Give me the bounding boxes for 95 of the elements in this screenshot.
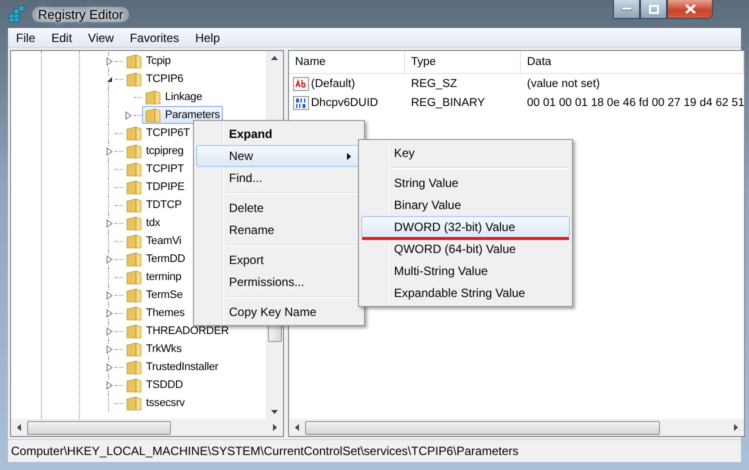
minimize-button[interactable] bbox=[613, 0, 640, 19]
tree-item[interactable]: TDTCP bbox=[123, 196, 185, 214]
collapse-arrow-icon[interactable] bbox=[106, 76, 112, 82]
string-value-icon bbox=[293, 76, 309, 92]
folder-icon bbox=[126, 234, 142, 248]
scroll-up-icon[interactable] bbox=[271, 56, 278, 60]
close-icon bbox=[684, 4, 696, 14]
folder-icon bbox=[126, 396, 142, 410]
folder-icon bbox=[126, 198, 142, 212]
horizontal-scrollbar[interactable] bbox=[11, 419, 283, 436]
column-header[interactable]: Name bbox=[289, 51, 405, 73]
folder-icon bbox=[126, 216, 142, 230]
folder-icon bbox=[126, 378, 142, 392]
tree-item[interactable]: TermSe bbox=[123, 286, 186, 304]
folder-icon bbox=[126, 144, 142, 158]
tree-item[interactable]: tcpipreg bbox=[123, 142, 187, 160]
tree-item[interactable]: Linkage bbox=[142, 88, 206, 106]
tree-item[interactable]: THREADORDER bbox=[123, 322, 232, 340]
maximize-icon bbox=[648, 4, 658, 14]
menu-item[interactable]: View bbox=[80, 30, 122, 44]
tree-item[interactable]: terminp bbox=[123, 268, 184, 286]
column-header[interactable]: Type bbox=[405, 51, 521, 73]
folder-icon bbox=[126, 342, 142, 356]
folder-icon bbox=[126, 54, 142, 68]
maximize-button[interactable] bbox=[640, 0, 667, 19]
key-path: Computer\HKEY_LOCAL_MACHINE\SYSTEM\CurrentControlSet\services\TCPIP6\Parameters bbox=[11, 444, 518, 458]
expand-arrow-icon[interactable] bbox=[106, 146, 112, 156]
expand-arrow-icon[interactable] bbox=[106, 56, 112, 66]
folder-icon bbox=[145, 90, 161, 104]
submenu-item[interactable]: String Value bbox=[361, 172, 570, 194]
submenu-item[interactable]: Expandable String Value bbox=[361, 282, 570, 304]
value-name: Dhcpv6DUID bbox=[311, 96, 378, 108]
folder-icon bbox=[145, 108, 161, 122]
tree-item[interactable]: tssecsrv bbox=[123, 394, 188, 412]
scroll-right-icon[interactable] bbox=[734, 424, 738, 431]
submenu-item[interactable]: QWORD (64-bit) Value bbox=[361, 238, 570, 260]
folder-icon bbox=[126, 360, 142, 374]
binary-value-icon bbox=[293, 94, 309, 110]
menu-item[interactable]: Favorites bbox=[122, 30, 188, 44]
tree-item[interactable]: TCPIP6 bbox=[123, 70, 186, 88]
submenu-item[interactable]: DWORD (32-bit) Value bbox=[361, 216, 570, 238]
menu-item[interactable]: Help bbox=[187, 30, 228, 44]
expand-arrow-icon[interactable] bbox=[106, 218, 112, 228]
folder-icon bbox=[126, 162, 142, 176]
folder-icon bbox=[126, 72, 142, 86]
scroll-left-icon[interactable] bbox=[17, 424, 21, 431]
value-type: REG_BINARY bbox=[410, 96, 486, 108]
context-menu-item[interactable]: Find... bbox=[196, 167, 362, 189]
folder-icon bbox=[126, 324, 142, 338]
scroll-right-icon[interactable] bbox=[273, 424, 277, 431]
folder-icon bbox=[126, 126, 142, 140]
tree-item[interactable]: TrustedInstaller bbox=[123, 358, 222, 376]
horizontal-scrollbar[interactable] bbox=[289, 419, 744, 436]
minimize-icon bbox=[622, 7, 632, 11]
submenu-item[interactable]: Binary Value bbox=[361, 194, 570, 216]
column-header[interactable]: Data bbox=[521, 51, 744, 73]
context-menu-item[interactable]: Expand bbox=[196, 123, 362, 145]
value-name: (Default) bbox=[311, 78, 356, 90]
menu-item[interactable]: Edit bbox=[43, 30, 80, 44]
folder-icon bbox=[126, 270, 142, 284]
expand-arrow-icon[interactable] bbox=[106, 254, 112, 264]
folder-icon bbox=[126, 252, 142, 266]
folder-icon bbox=[126, 288, 142, 302]
tree-item[interactable]: TCPIP6T bbox=[123, 124, 193, 142]
value-data: (value not set) bbox=[526, 78, 601, 90]
tree-item[interactable]: Themes bbox=[123, 304, 188, 322]
cubes-icon bbox=[8, 5, 26, 23]
tree-item[interactable]: Tcpip bbox=[123, 52, 174, 70]
context-menu-item[interactable]: Copy Key Name bbox=[196, 301, 362, 323]
folder-icon bbox=[126, 306, 142, 320]
menu-item[interactable]: File bbox=[8, 30, 44, 44]
submenu-item[interactable]: Multi-String Value bbox=[361, 260, 570, 282]
expand-arrow-icon[interactable] bbox=[124, 110, 132, 120]
folder-icon bbox=[126, 180, 142, 194]
context-menu-item[interactable]: Delete bbox=[196, 197, 362, 219]
context-menu-item[interactable]: Export bbox=[196, 249, 362, 271]
submenu-arrow-icon bbox=[347, 153, 351, 160]
scroll-thumb[interactable] bbox=[305, 420, 660, 434]
tree-item[interactable]: tdx bbox=[123, 214, 164, 232]
context-menu-item[interactable]: Rename bbox=[196, 219, 362, 241]
tree-item[interactable]: TSDDD bbox=[123, 376, 186, 394]
tree-item[interactable]: TrkWks bbox=[123, 340, 185, 358]
tree-item[interactable]: TCPIPT bbox=[123, 160, 187, 178]
tree-item[interactable]: TermDD bbox=[123, 250, 188, 268]
close-button[interactable] bbox=[667, 0, 713, 19]
value-data: 00 01 00 01 18 0e 46 fd 00 27 19 d4 62 51 bbox=[526, 96, 744, 108]
tree-item[interactable]: Parameters bbox=[142, 106, 223, 124]
submenu-item[interactable]: Key bbox=[361, 142, 570, 164]
context-menu-item[interactable]: Permissions... bbox=[196, 271, 362, 293]
tree-item[interactable]: TeamVi bbox=[123, 232, 184, 250]
scroll-thumb[interactable] bbox=[27, 420, 171, 434]
value-type: REG_SZ bbox=[410, 78, 458, 90]
scroll-left-icon[interactable] bbox=[295, 424, 299, 431]
tree-item[interactable]: TDPIPE bbox=[123, 178, 188, 196]
scroll-down-icon[interactable] bbox=[271, 410, 278, 414]
